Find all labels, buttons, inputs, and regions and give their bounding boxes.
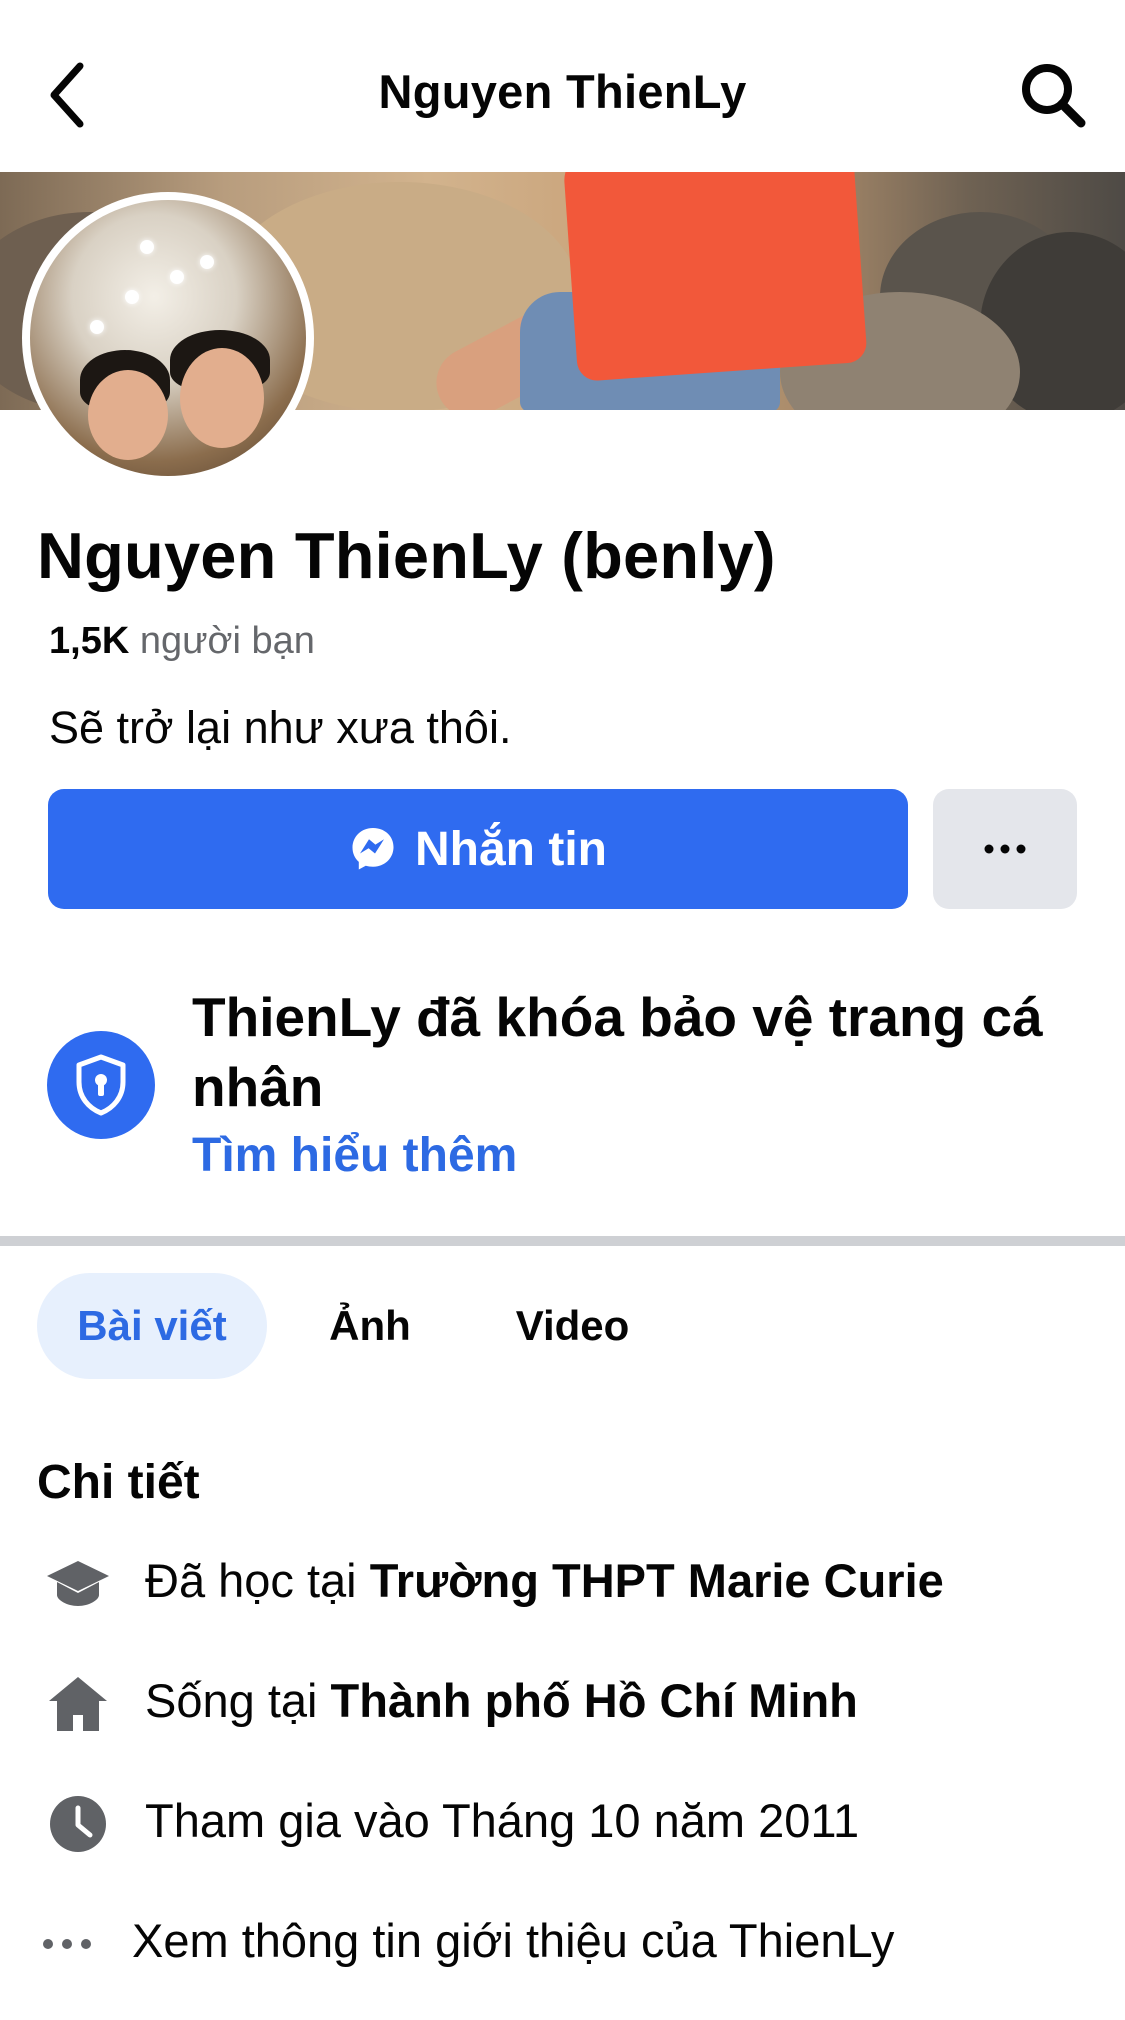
profile-avatar[interactable] xyxy=(22,192,314,484)
search-button[interactable] xyxy=(1016,58,1090,132)
detail-education-text: Đã học tại Trường THPT Marie Curie xyxy=(145,1553,944,1608)
detail-see-about[interactable]: Xem thông tin giới thiệu của ThienLy xyxy=(0,1901,1125,1981)
detail-education-value[interactable]: Trường THPT Marie Curie xyxy=(370,1554,944,1607)
more-dots-icon xyxy=(43,1939,91,1949)
section-divider xyxy=(0,1236,1125,1246)
shield-lock-badge xyxy=(47,1031,155,1139)
avatar-photo xyxy=(30,200,306,476)
shield-lock-icon xyxy=(76,1054,126,1116)
detail-education: Đã học tại Trường THPT Marie Curie xyxy=(0,1541,1125,1621)
cover-shirt xyxy=(562,172,868,382)
detail-residence-value[interactable]: Thành phố Hồ Chí Minh xyxy=(331,1674,858,1727)
profile-bio: Sẽ trở lại như xưa thôi. xyxy=(49,702,512,753)
more-options-button[interactable] xyxy=(933,789,1077,909)
see-about-link[interactable]: Xem thông tin giới thiệu của ThienLy xyxy=(132,1913,894,1968)
friends-count-label: người bạn xyxy=(139,620,315,662)
friends-count[interactable]: 1,5K người bạn xyxy=(49,620,315,663)
friends-count-value: 1,5K xyxy=(49,620,130,662)
search-icon xyxy=(1022,64,1086,128)
detail-residence: Sống tại Thành phố Hồ Chí Minh xyxy=(0,1661,1125,1741)
more-dots-icon xyxy=(984,844,1026,854)
locked-profile-title: ThienLy đã khóa bảo vệ trang cá nhân xyxy=(192,986,1043,1118)
detail-education-prefix: Đã học tại xyxy=(145,1554,370,1607)
tab-posts-label: Bài viết xyxy=(77,1302,227,1349)
detail-joined-text: Tham gia vào Tháng 10 năm 2011 xyxy=(145,1794,860,1847)
tab-photos-label: Ảnh xyxy=(329,1302,411,1349)
message-button[interactable]: Nhắn tin xyxy=(48,789,908,909)
learn-more-link[interactable]: Tìm hiểu thêm xyxy=(192,1128,517,1183)
home-icon xyxy=(49,1677,107,1731)
tab-videos-label: Video xyxy=(515,1302,630,1349)
profile-name: Nguyen ThienLy (benly) xyxy=(37,519,776,592)
messenger-icon xyxy=(352,828,394,870)
page-title: Nguyen ThienLy xyxy=(378,65,747,118)
message-button-label: Nhắn tin xyxy=(415,822,607,876)
clock-icon xyxy=(50,1796,106,1852)
detail-residence-prefix: Sống tại xyxy=(145,1674,331,1727)
tab-posts[interactable]: Bài viết xyxy=(37,1273,267,1379)
detail-joined: Tham gia vào Tháng 10 năm 2011 xyxy=(0,1781,1125,1861)
tab-photos[interactable]: Ảnh xyxy=(300,1273,440,1379)
details-title: Chi tiết xyxy=(37,1456,200,1509)
top-bar: Nguyen ThienLy xyxy=(0,0,1125,172)
graduation-cap-icon xyxy=(47,1561,109,1606)
detail-residence-text: Sống tại Thành phố Hồ Chí Minh xyxy=(145,1673,858,1728)
tab-videos[interactable]: Video xyxy=(490,1273,655,1379)
